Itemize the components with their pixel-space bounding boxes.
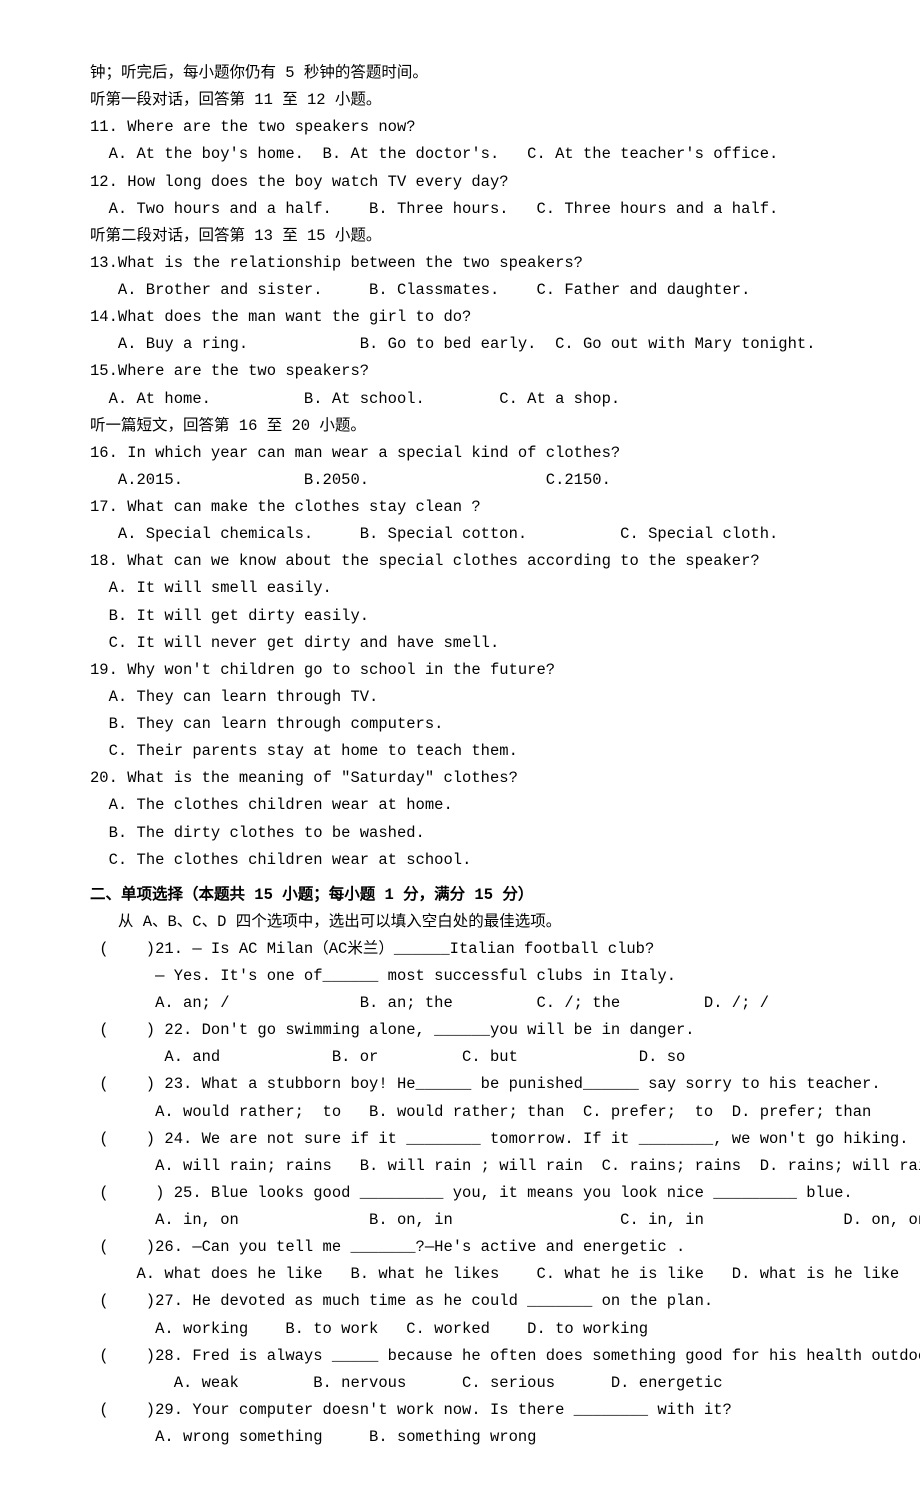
options-19b: B. They can learn through computers.: [90, 711, 830, 738]
options-22: A. and B. or C. but D. so: [90, 1044, 830, 1071]
section-2-instruction: 从 A、B、C、D 四个选项中，选出可以填入空白处的最佳选项。: [90, 909, 830, 936]
options-12: A. Two hours and a half. B. Three hours.…: [90, 196, 830, 223]
options-15: A. At home. B. At school. C. At a shop.: [90, 386, 830, 413]
options-24: A. will rain; rains B. will rain ; will …: [90, 1153, 830, 1180]
options-29: A. wrong something B. something wrong: [90, 1424, 830, 1451]
section-2-title: 二、单项选择（本题共 15 小题；每小题 1 分，满分 15 分）: [90, 882, 830, 909]
question-29: ( )29. Your computer doesn't work now. I…: [90, 1397, 830, 1424]
question-23: ( ) 23. What a stubborn boy! He______ be…: [90, 1071, 830, 1098]
question-20: 20. What is the meaning of "Saturday" cl…: [90, 765, 830, 792]
options-19c: C. Their parents stay at home to teach t…: [90, 738, 830, 765]
options-27: A. working B. to work C. worked D. to wo…: [90, 1316, 830, 1343]
options-20b: B. The dirty clothes to be washed.: [90, 820, 830, 847]
options-26: A. what does he like B. what he likes C.…: [90, 1261, 830, 1288]
question-16: 16. In which year can man wear a special…: [90, 440, 830, 467]
options-11: A. At the boy's home. B. At the doctor's…: [90, 141, 830, 168]
options-18c: C. It will never get dirty and have smel…: [90, 630, 830, 657]
question-17: 17. What can make the clothes stay clean…: [90, 494, 830, 521]
question-13: 13.What is the relationship between the …: [90, 250, 830, 277]
question-18: 18. What can we know about the special c…: [90, 548, 830, 575]
options-21: A. an; / B. an; the C. /; the D. /; /: [90, 990, 830, 1017]
question-24: ( ) 24. We are not sure if it ________ t…: [90, 1126, 830, 1153]
options-23: A. would rather; to B. would rather; tha…: [90, 1099, 830, 1126]
question-15: 15.Where are the two speakers?: [90, 358, 830, 385]
options-18a: A. It will smell easily.: [90, 575, 830, 602]
question-26: ( )26. —Can you tell me _______?—He's ac…: [90, 1234, 830, 1261]
dialog2-header: 听第二段对话，回答第 13 至 15 小题。: [90, 223, 830, 250]
options-20c: C. The clothes children wear at school.: [90, 847, 830, 874]
question-22: ( ) 22. Don't go swimming alone, ______y…: [90, 1017, 830, 1044]
question-19: 19. Why won't children go to school in t…: [90, 657, 830, 684]
options-20a: A. The clothes children wear at home.: [90, 792, 830, 819]
question-28: ( )28. Fred is always _____ because he o…: [90, 1343, 830, 1370]
passage-header: 听一篇短文，回答第 16 至 20 小题。: [90, 413, 830, 440]
question-12: 12. How long does the boy watch TV every…: [90, 169, 830, 196]
question-25: ( ) 25. Blue looks good _________ you, i…: [90, 1180, 830, 1207]
question-21: ( )21. — Is AC Milan（AC米兰）______Italian …: [90, 936, 830, 963]
question-14: 14.What does the man want the girl to do…: [90, 304, 830, 331]
options-16: A.2015. B.2050. C.2150.: [90, 467, 830, 494]
options-17: A. Special chemicals. B. Special cotton.…: [90, 521, 830, 548]
intro-line-2: 听第一段对话，回答第 11 至 12 小题。: [90, 87, 830, 114]
options-13: A. Brother and sister. B. Classmates. C.…: [90, 277, 830, 304]
options-25: A. in, on B. on, in C. in, in D. on, on: [90, 1207, 830, 1234]
question-11: 11. Where are the two speakers now?: [90, 114, 830, 141]
options-19a: A. They can learn through TV.: [90, 684, 830, 711]
question-21-extra: — Yes. It's one of______ most successful…: [90, 963, 830, 990]
options-14: A. Buy a ring. B. Go to bed early. C. Go…: [90, 331, 830, 358]
intro-line-1: 钟；听完后，每小题你仍有 5 秒钟的答题时间。: [90, 60, 830, 87]
options-28: A. weak B. nervous C. serious D. energet…: [90, 1370, 830, 1397]
options-18b: B. It will get dirty easily.: [90, 603, 830, 630]
